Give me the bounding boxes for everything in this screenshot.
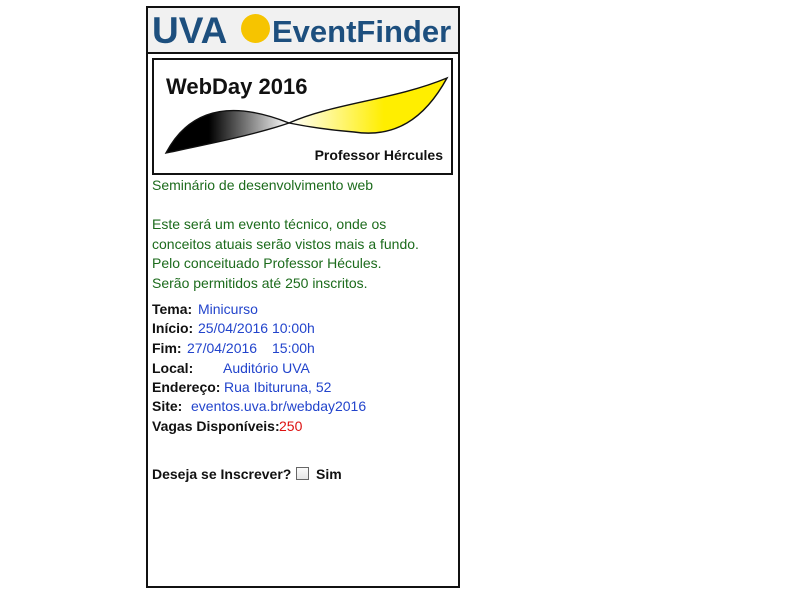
site-label: Site: — [152, 398, 183, 414]
subscribe-checkbox[interactable] — [296, 467, 309, 480]
inicio-label: Início: — [152, 320, 194, 336]
subscribe-question: Deseja se Inscrever? — [152, 466, 292, 482]
inicio-value: 25/04/2016 10:00h — [198, 320, 315, 336]
endereco-value: Rua Ibituruna, 52 — [224, 379, 332, 395]
subscribe-row: Deseja se Inscrever? Sim — [152, 464, 452, 484]
endereco-label: Endereço: — [152, 379, 221, 395]
fim-date-value: 27/04/2016 — [187, 340, 258, 356]
event-banner: WebDay 2016 Professor Hércules — [152, 58, 453, 175]
sun-logo-icon — [241, 14, 270, 43]
description-line: Serão permitidos até 250 inscritos. — [152, 274, 368, 291]
app-header: UVA EventFinder — [148, 8, 458, 54]
vagas-value: 250 — [279, 418, 303, 434]
tema-label: Tema: — [152, 301, 193, 317]
site-link[interactable]: eventos.uva.br/webday2016 — [191, 397, 366, 416]
local-value: Auditório UVA — [223, 360, 310, 376]
logo-uva-text: UVA — [152, 10, 228, 51]
banner-title: WebDay 2016 — [166, 74, 308, 99]
fim-time-value: 15:00h — [272, 340, 315, 356]
banner-subtitle: Professor Hércules — [314, 147, 443, 163]
fim-label: Fim: — [152, 340, 182, 356]
subscribe-option-label[interactable]: Sim — [316, 464, 342, 484]
event-subtitle: Seminário de desenvolvimento web — [152, 177, 374, 193]
event-description: Este será um evento técnico, onde os con… — [152, 215, 452, 293]
description-line: Este será um evento técnico, onde os — [152, 216, 387, 232]
vagas-label: Vagas Disponíveis: — [152, 418, 280, 434]
logo-eventfinder-text: EventFinder — [272, 14, 452, 49]
description-line: conceitos atuais serão vistos mais a fun… — [152, 235, 419, 252]
local-label: Local: — [152, 360, 194, 376]
description-line: Pelo conceituado Professor Hécules. — [152, 255, 382, 271]
tema-value: Minicurso — [198, 301, 258, 317]
event-detail-screen: UVA EventFinder WebDay 2016 Professor Hé… — [146, 6, 460, 588]
